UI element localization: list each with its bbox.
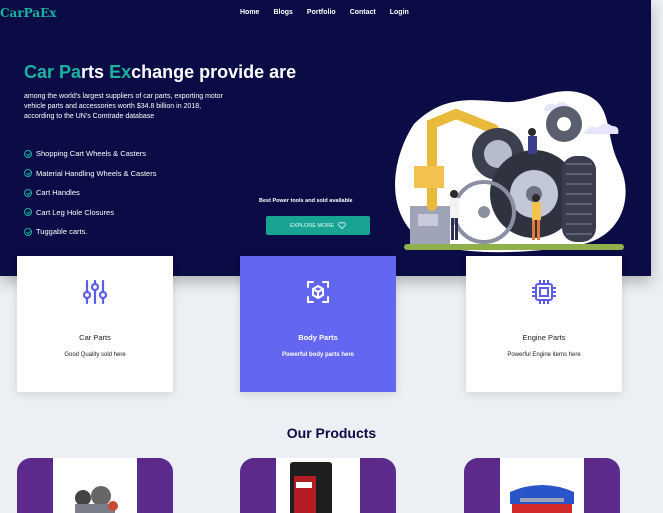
category-title: Engine Parts: [522, 333, 566, 342]
site-logo[interactable]: CarPaEx: [0, 6, 56, 20]
check-circle-icon: [24, 208, 32, 217]
feature-item: Material Handling Wheels & Casters: [24, 164, 156, 184]
category-subtitle: Good Quality sold here: [64, 352, 126, 358]
feature-list: Shopping Cart Wheels & Casters Material …: [24, 144, 156, 242]
feature-item: Tuggable carts.: [24, 222, 156, 242]
product-card[interactable]: [464, 458, 620, 513]
nav-blogs[interactable]: Blogs: [273, 9, 292, 16]
category-subtitle: Powerful Engine items here: [507, 352, 581, 358]
nav-portfolio[interactable]: Portfolio: [307, 9, 336, 16]
category-card-car-parts[interactable]: Car Parts Good Quality sold here: [17, 256, 173, 392]
top-nav: Home Blogs Portfolio Contact Login: [240, 9, 423, 16]
cube-icon: [307, 281, 329, 303]
category-card-body-parts[interactable]: Body Parts Powerful body parts here: [240, 256, 396, 392]
category-subtitle: Powerful body parts here: [281, 352, 354, 358]
nav-home[interactable]: Home: [240, 9, 259, 16]
product-image-bumper: [500, 458, 584, 513]
hero-title: Car Parts Exchange provide are: [24, 62, 297, 82]
feature-item: Shopping Cart Wheels & Casters: [24, 144, 156, 164]
nav-login[interactable]: Login: [390, 9, 409, 16]
hero-description: among the world's largest suppliers of c…: [24, 93, 223, 120]
category-title: Body Parts: [298, 333, 338, 342]
product-image-engine-parts: [53, 458, 137, 513]
feature-item: Cart Handles: [24, 183, 156, 203]
products-heading: Our Products: [286, 425, 377, 441]
category-title: Car Parts: [79, 333, 111, 342]
product-card[interactable]: [240, 458, 396, 513]
category-card-engine-parts[interactable]: Engine Parts Powerful Engine items here: [466, 256, 622, 392]
hero-tagline: Best Power tools and sold available: [259, 198, 353, 204]
nav-contact[interactable]: Contact: [350, 9, 376, 16]
heart-icon: [338, 222, 346, 229]
check-circle-icon: [24, 188, 32, 197]
product-card[interactable]: [17, 458, 173, 513]
feature-item: Cart Leg Hole Closures: [24, 203, 156, 223]
hero-section: CarPaEx Home Blogs Portfolio Contact Log…: [0, 0, 651, 276]
check-circle-icon: [24, 169, 32, 178]
product-image-coolant: [276, 458, 360, 513]
explore-more-button[interactable]: EXPLORE MORE: [266, 216, 370, 235]
check-circle-icon: [24, 149, 32, 158]
check-circle-icon: [24, 227, 32, 236]
sliders-icon: [82, 279, 108, 305]
cpu-chip-icon: [532, 280, 556, 304]
hero-illustration: [395, 91, 626, 253]
